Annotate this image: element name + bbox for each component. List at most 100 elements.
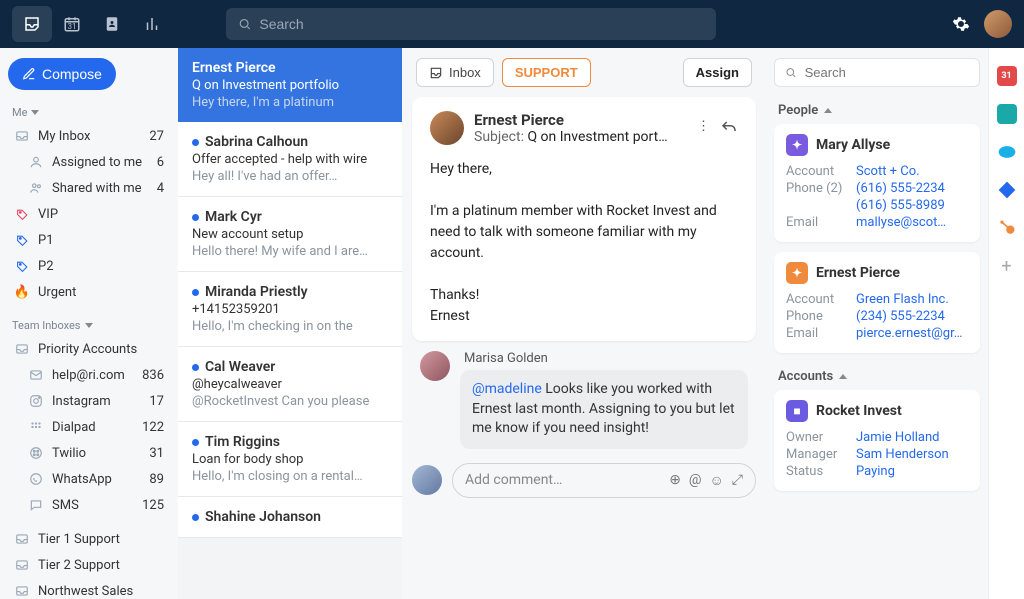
nav-contacts-icon[interactable] [92,6,132,42]
assign-button[interactable]: Assign [683,58,752,87]
conversation-item[interactable]: Shahine Johanson [178,497,402,538]
unread-dot-icon [192,439,199,446]
sidebar-item-label: P2 [38,259,156,274]
sidebar-item[interactable]: My Inbox27 [8,123,170,149]
detail-value[interactable]: (234) 555-2234 [856,309,945,324]
detail-value[interactable]: Sam Henderson [856,447,949,462]
rail-jira-icon[interactable] [997,180,1017,200]
detail-value[interactable]: Jamie Holland [856,430,940,445]
detail-row: (616) 555-8989 [786,198,968,213]
context-search-input[interactable] [805,65,969,80]
detail-value[interactable]: mallyse@scot… [856,215,946,230]
emoji-icon[interactable]: ☺ [710,472,724,489]
user-avatar[interactable] [984,10,1012,38]
sidebar-item[interactable]: 🔥 Urgent [8,279,170,305]
sidebar-item[interactable]: VIP [8,201,170,227]
expand-icon[interactable]: ⤢ [732,472,743,489]
sidebar-me-header[interactable]: Me [8,100,170,123]
mention[interactable]: @madeline [472,381,542,397]
detail-value[interactable]: Paying [856,464,895,479]
mention-icon[interactable]: @ [689,472,702,489]
sidebar-item-label: Urgent [38,285,156,300]
conversation-preview: Hey there, I'm a platinum [192,95,388,110]
detail-value[interactable]: (616) 555-2234 [856,181,945,196]
nav-calendar-icon[interactable]: 31 [52,6,92,42]
rail-salesforce-icon[interactable] [997,142,1017,162]
person-card[interactable]: ✦Mary Allyse AccountScott + Co. Phone (2)(… [774,124,980,242]
person-name: ✦Mary Allyse [786,134,968,156]
global-search-input[interactable] [259,16,704,32]
nav-analytics-icon[interactable] [132,6,172,42]
detail-row: Phone (2)(616) 555-2234 [786,181,968,196]
sidebar-item[interactable]: Assigned to me6 [8,149,170,175]
conversation-item[interactable]: Sabrina CalhounOffer accepted - help wit… [178,122,402,197]
sidebar-item[interactable]: SMS125 [8,492,170,518]
conversation-item[interactable]: Mark CyrNew account setupHello there! My… [178,197,402,272]
message-subject: Subject: Q on Investment port… [474,129,687,145]
conversation-item[interactable]: Cal Weaver@heycalweaver@RocketInvest Can… [178,347,402,422]
detail-row: Emailpierce.ernest@gr… [786,326,968,341]
context-search[interactable] [774,58,980,87]
detail-value[interactable]: Green Flash Inc. [856,292,949,307]
detail-key: Owner [786,430,856,445]
reply-icon[interactable] [720,119,738,137]
account-card[interactable]: ■Rocket InvestOwnerJamie HollandManagerS… [774,390,980,491]
compose-button[interactable]: Compose [8,58,116,90]
support-tag-button[interactable]: SUPPORT [502,58,591,87]
sidebar-item-label: Tier 2 Support [38,558,164,573]
sidebar-item[interactable]: help@ri.com836 [8,362,170,388]
unread-dot-icon [192,214,199,221]
sidebar-item[interactable]: Dialpad122 [8,414,170,440]
detail-key: Phone [786,309,856,324]
conversation-name: Tim Riggins [192,434,388,450]
rail-calendar-icon[interactable]: 31 [997,66,1017,86]
accounts-header[interactable]: Accounts [774,363,980,390]
fire-icon: 🔥 [14,284,30,300]
sidebar-item[interactable]: Tier 1 Support [8,526,170,552]
sidebar-item-label: Shared with me [52,181,149,196]
sidebar-item[interactable]: Northwest Sales [8,578,170,599]
sidebar-item-label: help@ri.com [52,368,134,383]
sidebar-item[interactable]: Twilio31 [8,440,170,466]
sidebar-item-count: 4 [157,181,164,196]
sidebar-item[interactable]: Priority Accounts [8,336,170,362]
conversation-preview: Hello, I'm checking in on the [192,319,388,334]
sidebar-item[interactable]: P2 [8,253,170,279]
detail-value[interactable]: pierce.ernest@gr… [856,326,962,341]
comment-bubble: @madeline Looks like you worked with Ern… [460,370,748,449]
sidebar-item-count: 31 [149,446,164,461]
sidebar-item[interactable]: Shared with me 4 [8,175,170,201]
nav-inbox-icon[interactable] [12,6,52,42]
sender-avatar [430,111,464,145]
person-card[interactable]: ✦Ernest PierceAccountGreen Flash Inc.Pho… [774,252,980,353]
people-header[interactable]: People [774,97,980,124]
person-name: ✦Ernest Pierce [786,262,968,284]
more-icon[interactable]: ⋮ [697,119,710,137]
tag-icon [14,258,30,274]
conversation-item[interactable]: Ernest PierceQ on Investment portfolioHe… [178,48,402,122]
detail-value[interactable]: (616) 555-8989 [856,198,945,213]
inbox-icon [14,531,30,547]
add-icon[interactable]: ⊕ [669,472,681,489]
unread-dot-icon [192,289,199,296]
rail-hubspot-icon[interactable] [997,218,1017,238]
detail-value[interactable]: Scott + Co. [856,164,920,179]
comment-author: Marisa Golden [460,351,748,366]
settings-icon[interactable] [952,15,970,33]
conversation-subject: @heycalweaver [192,377,388,392]
composer-input[interactable]: Add comment… ⊕ @ ☺ ⤢ [452,463,756,498]
sidebar-item[interactable]: Instagram17 [8,388,170,414]
rail-contacts-icon[interactable] [997,104,1017,124]
detail-key: Manager [786,447,856,462]
sidebar-item[interactable]: P1 [8,227,170,253]
unread-dot-icon [192,139,199,146]
sidebar-team-header[interactable]: Team Inboxes [8,313,170,336]
sidebar-item[interactable]: WhatsApp89 [8,466,170,492]
sidebar-item-label: Assigned to me [52,155,149,170]
conversation-item[interactable]: Miranda Priestly+14152359201Hello, I'm c… [178,272,402,347]
sidebar-item[interactable]: Tier 2 Support [8,552,170,578]
detail-row: AccountScott + Co. [786,164,968,179]
inbox-button[interactable]: Inbox [416,58,494,87]
rail-add-icon[interactable]: + [997,256,1017,276]
conversation-item[interactable]: Tim RigginsLoan for body shopHello, I'm … [178,422,402,497]
